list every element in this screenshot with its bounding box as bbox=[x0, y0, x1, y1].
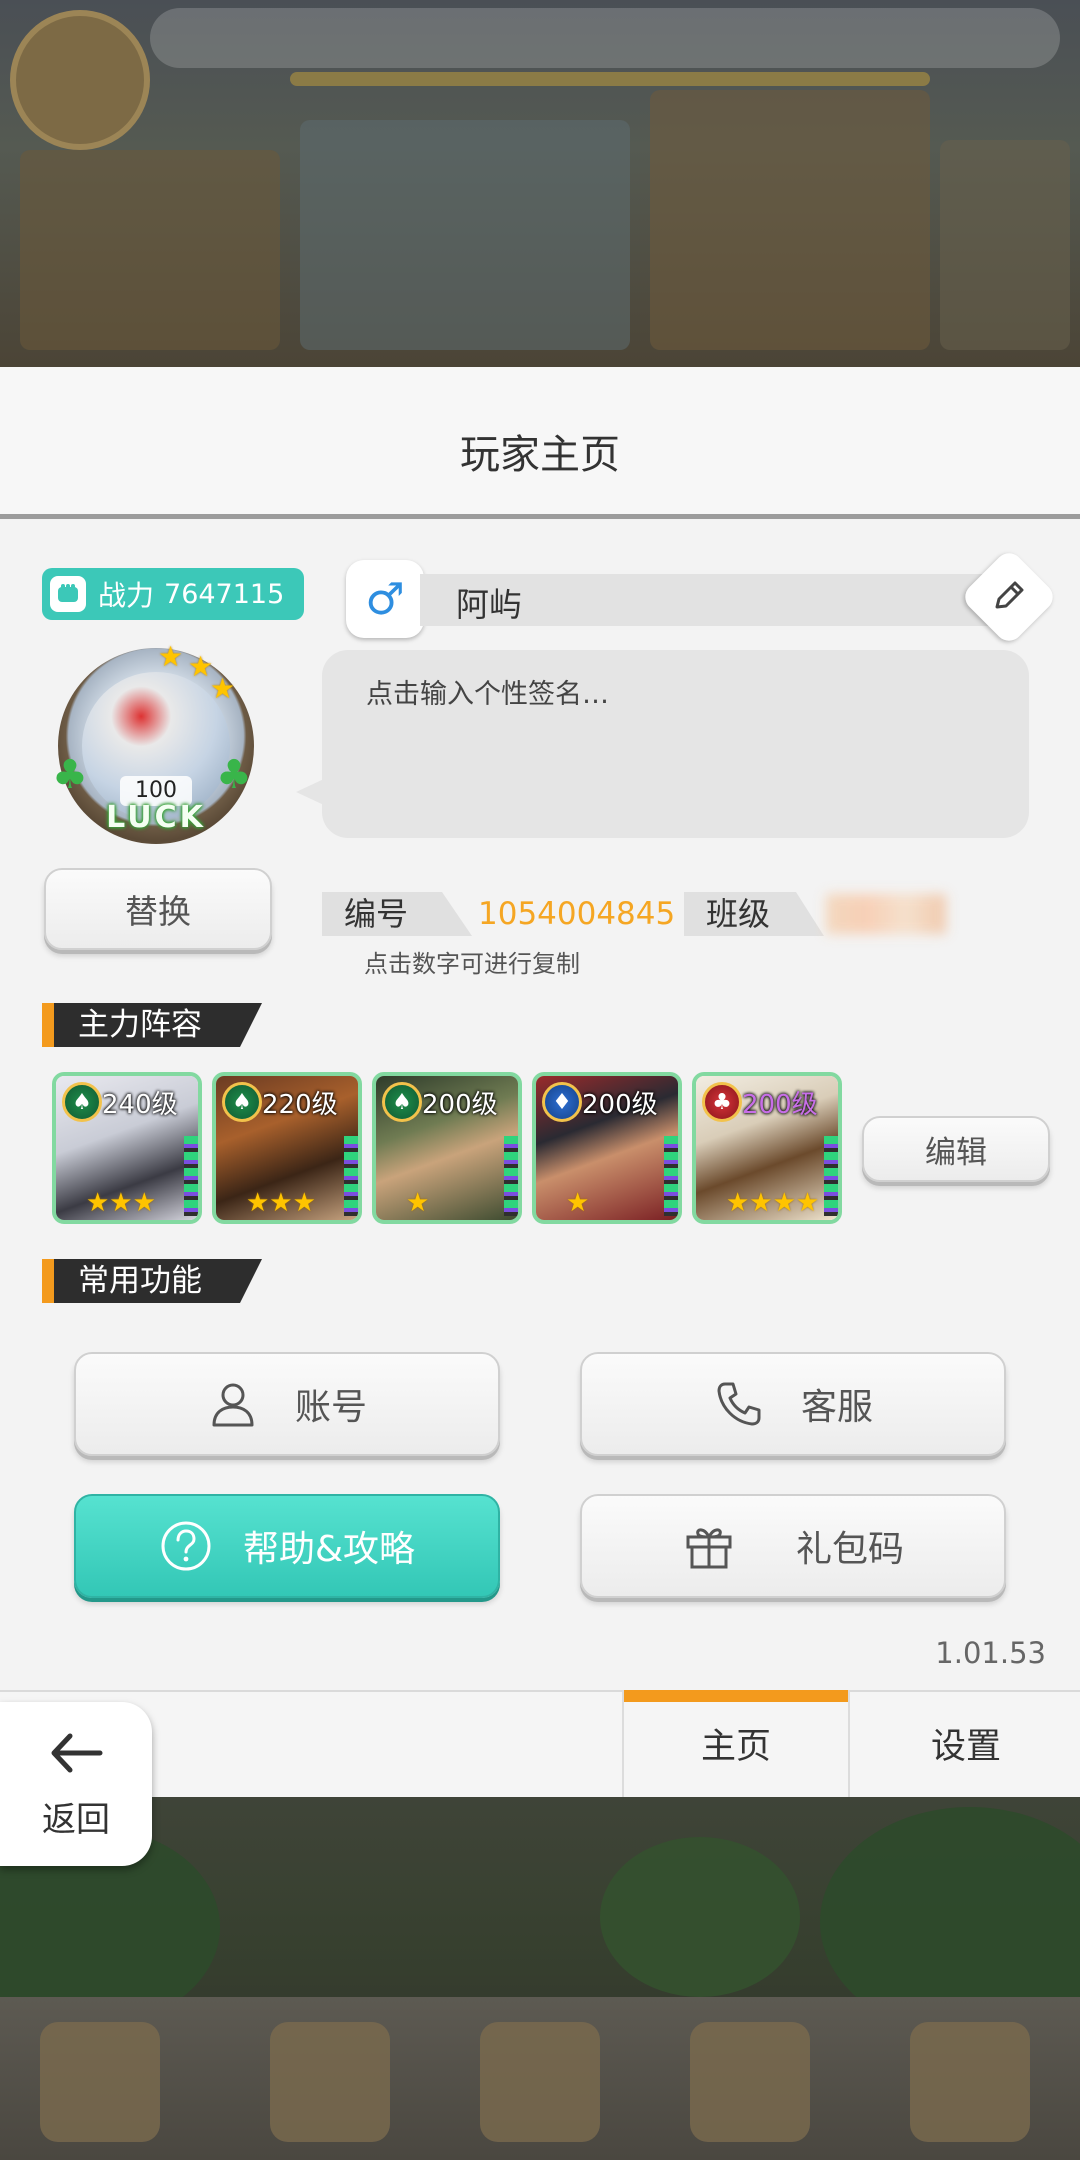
version-number: 1.01.53 bbox=[935, 1636, 1046, 1670]
pencil-icon bbox=[980, 568, 1038, 626]
tab-settings-label: 设置 bbox=[930, 1727, 1001, 1767]
class-value-blurred bbox=[826, 894, 946, 934]
lineup-section-header: 主力阵容 bbox=[42, 1003, 262, 1047]
gender-button[interactable]: ♂ bbox=[346, 560, 424, 638]
edit-lineup-button[interactable]: 编辑 bbox=[862, 1116, 1050, 1182]
tab-home-label: 主页 bbox=[700, 1727, 771, 1767]
hero-card[interactable]: ♦ 200级 ★ bbox=[532, 1072, 682, 1224]
hero-card[interactable]: ♠ 220级 ★★★ bbox=[212, 1072, 362, 1224]
club-icon: ♣ bbox=[702, 1082, 742, 1122]
game-background-bottom bbox=[0, 1797, 1080, 2160]
clover-icon: ♣ bbox=[216, 752, 252, 798]
hero-stars: ★ bbox=[566, 1188, 590, 1218]
lineup-title: 主力阵容 bbox=[78, 1007, 202, 1043]
hero-level: 200级 bbox=[582, 1090, 658, 1120]
copy-hint: 点击数字可进行复制 bbox=[364, 950, 580, 978]
user-icon bbox=[207, 1378, 259, 1430]
panel-header: 玩家主页 bbox=[0, 367, 1080, 519]
replace-button-label: 替换 bbox=[125, 892, 191, 931]
tab-home[interactable]: 主页 bbox=[622, 1690, 850, 1797]
gift-code-button[interactable]: 礼包码 bbox=[580, 1494, 1006, 1598]
diamond-icon: ♦ bbox=[542, 1082, 582, 1122]
background-topbar bbox=[150, 8, 1060, 68]
star-icon: ★ bbox=[210, 672, 236, 705]
help-guide-label: 帮助&攻略 bbox=[242, 1529, 416, 1570]
player-id[interactable]: 1054004845 bbox=[478, 892, 675, 936]
functions-title: 常用功能 bbox=[78, 1263, 202, 1299]
gift-icon bbox=[682, 1519, 736, 1573]
customer-service-label: 客服 bbox=[800, 1387, 873, 1428]
hero-stars: ★ bbox=[406, 1188, 430, 1218]
hero-stars: ★★★ bbox=[86, 1188, 156, 1218]
fist-icon bbox=[50, 576, 86, 612]
back-button[interactable]: 返回 bbox=[0, 1702, 152, 1866]
player-name: 阿屿 bbox=[456, 585, 522, 624]
star-icon: ★ bbox=[158, 640, 184, 673]
edit-lineup-label: 编辑 bbox=[925, 1134, 987, 1171]
power-badge: 战力 7647115 bbox=[42, 568, 304, 620]
hero-level: 220级 bbox=[262, 1090, 338, 1120]
hero-card[interactable]: ♣ 200级 ★★★★ bbox=[692, 1072, 842, 1224]
spade-icon: ♠ bbox=[382, 1082, 422, 1122]
active-tab-indicator bbox=[624, 1690, 848, 1702]
luck-frame-text: LUCK bbox=[106, 800, 206, 835]
replace-avatar-button[interactable]: 替换 bbox=[44, 868, 272, 950]
gift-code-label: 礼包码 bbox=[795, 1529, 904, 1570]
power-value: 7647115 bbox=[164, 578, 285, 610]
question-icon bbox=[159, 1519, 213, 1573]
hero-level: 240级 bbox=[102, 1090, 178, 1120]
avatar[interactable]: ★ ★ ★ ♣ ♣ 100 LUCK bbox=[52, 640, 254, 844]
spade-icon: ♠ bbox=[222, 1082, 262, 1122]
account-label: 账号 bbox=[294, 1387, 367, 1428]
male-icon: ♂ bbox=[365, 573, 405, 625]
clover-icon: ♣ bbox=[52, 752, 88, 798]
hero-card[interactable]: ♠ 200级 ★ bbox=[372, 1072, 522, 1224]
background-avatar bbox=[10, 10, 150, 150]
signature-bubble-tail bbox=[296, 778, 326, 806]
back-label: 返回 bbox=[42, 1799, 110, 1840]
hero-level: 200级 bbox=[422, 1090, 498, 1120]
hero-stars: ★★★ bbox=[246, 1188, 316, 1218]
hero-stars: ★★★★ bbox=[726, 1188, 820, 1218]
help-guide-button[interactable]: 帮助&攻略 bbox=[74, 1494, 500, 1598]
phone-icon bbox=[713, 1378, 765, 1430]
hero-card[interactable]: ♠ 240级 ★★★ bbox=[52, 1072, 202, 1224]
game-background-top bbox=[0, 0, 1080, 367]
customer-service-button[interactable]: 客服 bbox=[580, 1352, 1006, 1456]
page-title: 玩家主页 bbox=[460, 432, 620, 478]
tab-settings[interactable]: 设置 bbox=[852, 1690, 1080, 1797]
hero-level: 200级 bbox=[742, 1090, 818, 1120]
signature-placeholder: 点击输入个性签名… bbox=[366, 679, 609, 710]
spade-icon: ♠ bbox=[62, 1082, 102, 1122]
account-button[interactable]: 账号 bbox=[74, 1352, 500, 1456]
functions-section-header: 常用功能 bbox=[42, 1259, 262, 1303]
background-xp-bar bbox=[290, 72, 930, 86]
power-label: 战力 bbox=[98, 579, 155, 612]
back-arrow-icon bbox=[46, 1728, 106, 1786]
